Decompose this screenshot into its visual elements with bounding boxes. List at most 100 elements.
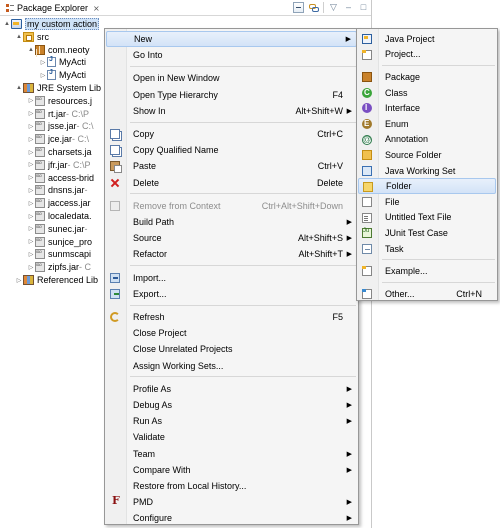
tree-row-sunjce-pro[interactable]: ▷ sunjce_pro — [27, 236, 92, 248]
menu-item-label: Enum — [385, 118, 409, 129]
menu-item-enum[interactable]: Enum — [358, 116, 496, 132]
tree-row-localedata[interactable]: ▷ localedata. — [27, 210, 92, 222]
tree-row-sunec-jar[interactable]: ▷ sunec.jar - — [27, 223, 88, 235]
tree-row-jfr-jar[interactable]: ▷ jfr.jar - C:\P — [27, 159, 91, 171]
tree-row-com-neoty[interactable]: ▲ com.neoty — [27, 44, 90, 56]
menu-item-interface[interactable]: Interface — [358, 100, 496, 116]
collapsed-twisty-icon[interactable]: ▷ — [27, 264, 35, 271]
menu-item-debug-as[interactable]: Debug As ▶ — [106, 397, 357, 413]
menu-item-file[interactable]: File — [358, 194, 496, 210]
tree-row-jaccess-jar[interactable]: ▷ jaccess.jar — [27, 197, 91, 209]
menu-item-class[interactable]: Class — [358, 85, 496, 101]
package-explorer-tab[interactable]: Package Explorer ⨯ — [1, 0, 104, 16]
collapsed-twisty-icon[interactable]: ▷ — [27, 174, 35, 181]
menu-item-shortcut: Delete — [316, 177, 343, 188]
menu-item-source-folder[interactable]: Source Folder — [358, 147, 496, 163]
menu-item-assign-working-sets[interactable]: Assign Working Sets... — [106, 358, 357, 374]
menu-item-refactor[interactable]: Refactor Alt+Shift+T ▶ — [106, 246, 357, 262]
menu-item-folder[interactable]: Folder — [358, 178, 496, 194]
menu-item-build-path[interactable]: Build Path ▶ — [106, 214, 357, 230]
tree-row-myacti[interactable]: ▷ MyActi — [39, 69, 86, 81]
tree-row-referenced-lib[interactable]: ▷ Referenced Lib — [15, 274, 98, 286]
tree-row-jce-jar[interactable]: ▷ jce.jar - C:\ — [27, 133, 89, 145]
menu-item-import[interactable]: Import... — [106, 270, 357, 286]
tree-item-label: jfr.jar — [48, 159, 68, 170]
menu-item-copy-qualified-name[interactable]: Copy Qualified Name — [106, 142, 357, 158]
collapsed-twisty-icon[interactable]: ▷ — [27, 161, 35, 168]
menu-item-copy[interactable]: Copy Ctrl+C — [106, 126, 357, 142]
collapsed-twisty-icon[interactable]: ▷ — [27, 110, 35, 117]
tree-row-resources-j[interactable]: ▷ resources.j — [27, 95, 92, 107]
tree-row-dnsns-jar[interactable]: ▷ dnsns.jar - — [27, 184, 88, 196]
close-icon[interactable]: ⨯ — [93, 4, 100, 13]
menu-item-open-type-hierarchy[interactable]: Open Type Hierarchy F4 — [106, 87, 357, 103]
menu-item-delete[interactable]: Delete Delete — [106, 175, 357, 191]
expanded-twisty-icon[interactable]: ▲ — [15, 34, 23, 40]
menu-item-task[interactable]: Task — [358, 241, 496, 257]
tree-row-access-brid[interactable]: ▷ access-brid — [27, 172, 94, 184]
collapse-all-icon[interactable] — [293, 2, 304, 13]
tree-row-jre-system-lib[interactable]: ▲ JRE System Lib — [15, 82, 101, 94]
menu-item-close-project[interactable]: Close Project — [106, 325, 357, 341]
menu-item-other[interactable]: Other... Ctrl+N — [358, 286, 496, 302]
menu-item-refresh[interactable]: Refresh F5 — [106, 309, 357, 325]
menu-item-example[interactable]: Example... — [358, 263, 496, 279]
menu-item-export[interactable]: Export... — [106, 286, 357, 302]
submenu-arrow-icon: ▶ — [346, 219, 352, 227]
collapsed-twisty-icon[interactable]: ▷ — [27, 213, 35, 220]
menu-item-compare-with[interactable]: Compare With ▶ — [106, 462, 357, 478]
tree-row-rt-jar[interactable]: ▷ rt.jar - C:\P — [27, 108, 89, 120]
collapsed-twisty-icon[interactable]: ▷ — [39, 72, 47, 79]
expanded-twisty-icon[interactable]: ▲ — [15, 85, 23, 91]
expanded-twisty-icon[interactable]: ▲ — [27, 47, 35, 53]
menu-item-configure[interactable]: Configure ▶ — [106, 510, 357, 526]
menu-item-remove-from-context[interactable]: Remove from Context Ctrl+Alt+Shift+Down — [106, 198, 357, 214]
tree-row-my-custom-action[interactable]: ▲ my custom action — [3, 18, 100, 30]
link-with-editor-icon[interactable] — [308, 2, 319, 13]
menu-item-team[interactable]: Team ▶ — [106, 446, 357, 462]
tree-row-charsets-ja[interactable]: ▷ charsets.ja — [27, 146, 92, 158]
maximize-icon[interactable]: □ — [358, 2, 369, 13]
menu-item-package[interactable]: Package — [358, 69, 496, 85]
menu-item-junit-test-case[interactable]: JUnit Test Case — [358, 225, 496, 241]
collapsed-twisty-icon[interactable]: ▷ — [27, 187, 35, 194]
view-menu-icon[interactable]: ▽ — [328, 2, 339, 13]
menu-item-new[interactable]: New ▶ — [106, 31, 357, 48]
menu-item-validate[interactable]: Validate — [106, 429, 357, 445]
menu-item-restore-from-local-history[interactable]: Restore from Local History... — [106, 478, 357, 494]
collapsed-twisty-icon[interactable]: ▷ — [27, 149, 35, 156]
collapsed-twisty-icon[interactable]: ▷ — [27, 136, 35, 143]
menu-item-java-project[interactable]: Java Project — [358, 31, 496, 47]
tree-row-zipfs-jar[interactable]: ▷ zipfs.jar - C — [27, 261, 91, 273]
collapsed-twisty-icon[interactable]: ▷ — [27, 97, 35, 104]
tree-row-jsse-jar[interactable]: ▷ jsse.jar - C:\ — [27, 120, 94, 132]
tree-row-myacti[interactable]: ▷ MyActi — [39, 56, 86, 68]
minimize-icon[interactable]: – — [343, 2, 354, 13]
menu-item-open-in-new-window[interactable]: Open in New Window — [106, 70, 357, 86]
collapsed-twisty-icon[interactable]: ▷ — [27, 225, 35, 232]
menu-item-untitled-text-file[interactable]: Untitled Text File — [358, 210, 496, 226]
menu-item-shortcut: Ctrl+V — [317, 161, 343, 172]
menu-item-show-in[interactable]: Show In Alt+Shift+W ▶ — [106, 103, 357, 119]
menu-item-close-unrelated-projects[interactable]: Close Unrelated Projects — [106, 341, 357, 357]
menu-item-pmd[interactable]: PMD ▶ — [106, 494, 357, 510]
tree-row-sunmscapi[interactable]: ▷ sunmscapi — [27, 248, 91, 260]
tree-row-src[interactable]: ▲ src — [15, 31, 49, 43]
menu-item-source[interactable]: Source Alt+Shift+S ▶ — [106, 230, 357, 246]
menu-item-java-working-set[interactable]: Java Working Set — [358, 163, 496, 179]
menu-item-profile-as[interactable]: Profile As ▶ — [106, 381, 357, 397]
collapsed-twisty-icon[interactable]: ▷ — [27, 238, 35, 245]
menu-item-paste[interactable]: Paste Ctrl+V — [106, 158, 357, 174]
expanded-twisty-icon[interactable]: ▲ — [3, 21, 11, 27]
collapsed-twisty-icon[interactable]: ▷ — [27, 123, 35, 130]
collapsed-twisty-icon[interactable]: ▷ — [15, 277, 23, 284]
menu-item-project[interactable]: Project... — [358, 47, 496, 63]
collapsed-twisty-icon[interactable]: ▷ — [39, 59, 47, 66]
tree-item-label: my custom action — [25, 18, 100, 30]
menu-item-go-into[interactable]: Go Into — [106, 47, 357, 63]
remove-icon — [110, 200, 120, 211]
collapsed-twisty-icon[interactable]: ▷ — [27, 251, 35, 258]
collapsed-twisty-icon[interactable]: ▷ — [27, 200, 35, 207]
menu-item-annotation[interactable]: Annotation — [358, 132, 496, 148]
menu-item-run-as[interactable]: Run As ▶ — [106, 413, 357, 429]
